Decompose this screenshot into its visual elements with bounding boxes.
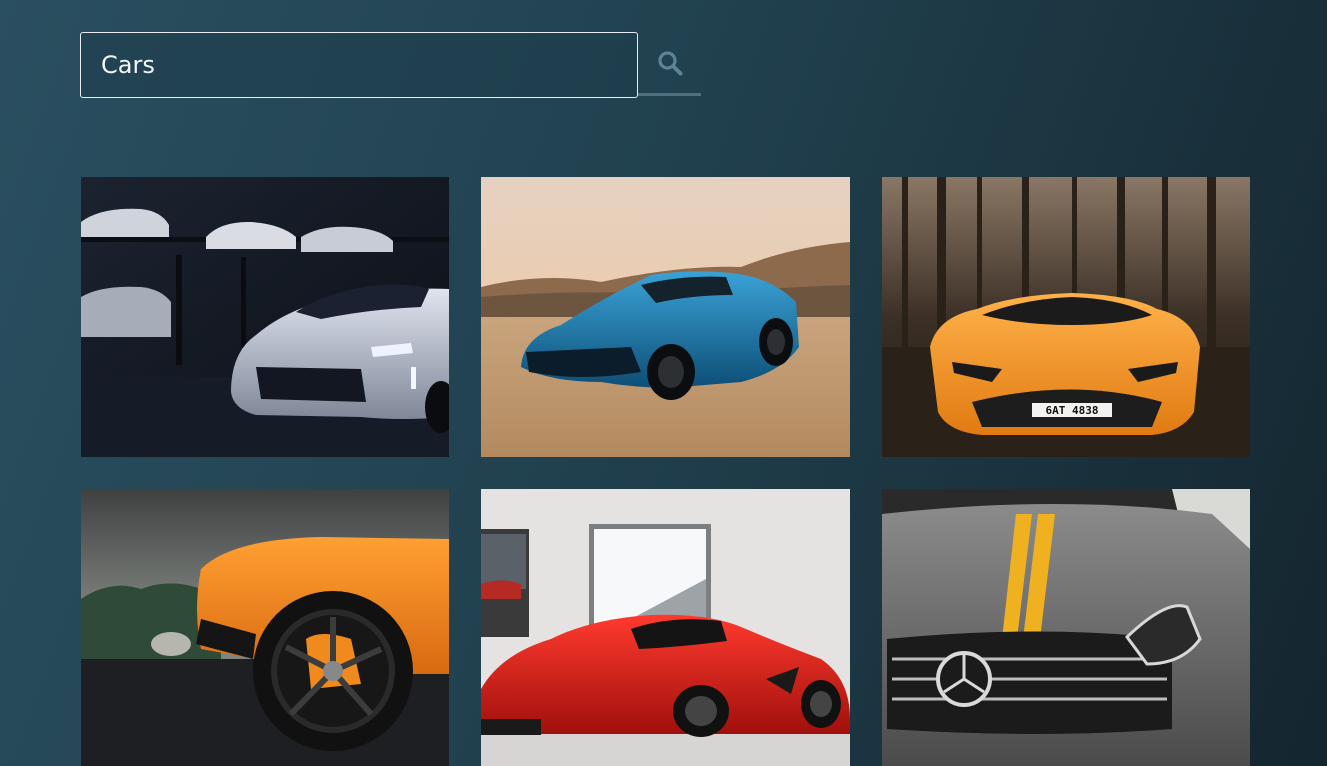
search-input[interactable] — [80, 32, 638, 98]
license-plate-text: 6AT 4838 — [1046, 404, 1099, 417]
gallery-image-orange-lamborghini-wheel[interactable] — [81, 489, 449, 766]
gallery-image-orange-lamborghini-forest[interactable]: 6AT 4838 — [882, 177, 1250, 457]
search-button[interactable] — [638, 32, 701, 96]
gallery-image-grey-mercedes-hood[interactable] — [882, 489, 1250, 766]
gallery-image-blue-camaro-desert[interactable] — [481, 177, 850, 457]
image-gallery: 6AT 4838 — [81, 177, 1250, 766]
gallery-image-red-laferrari-showroom[interactable] — [481, 489, 850, 766]
search-icon — [657, 50, 682, 75]
search-bar — [80, 32, 701, 98]
gallery-image-white-camaro-garage[interactable] — [81, 177, 449, 457]
